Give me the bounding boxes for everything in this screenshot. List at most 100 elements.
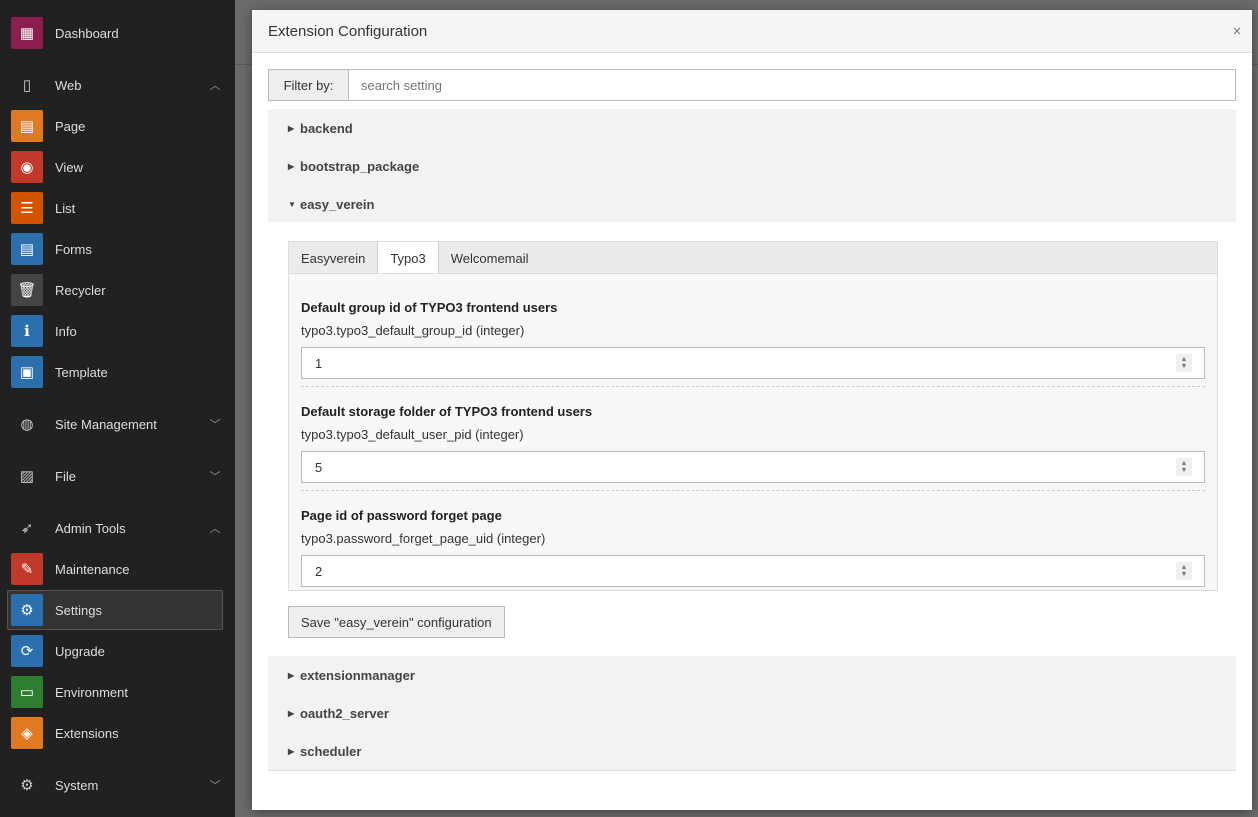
menu-item-maintenance[interactable]: ✎ Maintenance — [0, 549, 235, 589]
menu-item-list[interactable]: ☰ List — [0, 188, 235, 228]
page-icon: ▤ — [11, 110, 43, 142]
menu-item-label: Recycler — [55, 282, 106, 298]
menu-item-label: Template — [55, 364, 108, 380]
menu-item-info[interactable]: ℹ Info — [0, 311, 235, 351]
menu-item-dashboard[interactable]: ▦ Dashboard — [0, 13, 235, 53]
menu-item-label: Maintenance — [55, 561, 130, 577]
dashboard-icon: ▦ — [11, 17, 43, 49]
caret-right-icon: ▶ — [288, 708, 295, 718]
menu-item-label: Upgrade — [55, 643, 105, 659]
menu-item-label: Extensions — [55, 725, 119, 741]
settings-tabs: Easyverein Typo3 Welcomemail — [288, 241, 1218, 274]
menu-item-environment[interactable]: ▭ Environment — [0, 672, 235, 712]
menu-item-extensions[interactable]: ◈ Extensions — [0, 713, 235, 753]
caret-down-icon: ▼ — [288, 199, 296, 209]
number-input[interactable]: 2 ▲ ▼ — [301, 555, 1205, 587]
chevron-up-icon: ︿ — [209, 80, 221, 92]
extension-header-backend[interactable]: ▶ backend — [268, 109, 1236, 147]
extension-header-extensionmanager[interactable]: ▶ extensionmanager — [268, 656, 1236, 694]
tab-welcomemail[interactable]: Welcomemail — [439, 242, 541, 274]
extension-header-scheduler[interactable]: ▶ scheduler — [268, 732, 1236, 770]
info-icon: ℹ — [11, 315, 43, 347]
menu-item-settings[interactable]: ⚙ Settings — [7, 590, 223, 630]
extension-name: scheduler — [300, 743, 362, 759]
number-input[interactable]: 5 ▲ ▼ — [301, 451, 1205, 483]
spinner-icon[interactable]: ▲ ▼ — [1176, 458, 1192, 476]
spinner-icon[interactable]: ▲ ▼ — [1176, 354, 1192, 372]
setting-password-forget-page: Page id of password forget page typo3.pa… — [301, 508, 1205, 587]
close-icon[interactable]: × — [1222, 23, 1252, 40]
extension-list-bottom: ▶ extensionmanager ▶ oauth2_server ▶ sch… — [268, 656, 1236, 771]
menu-group-label: Site Management — [55, 416, 157, 432]
menu-item-template[interactable]: ▣ Template — [0, 352, 235, 392]
chevron-down-icon: ﹀ — [209, 471, 221, 483]
setting-title: Page id of password forget page — [301, 508, 502, 523]
divider — [301, 386, 1205, 387]
module-menu: ▦ Dashboard ▯ Web ︿ ▤ Page ◉ View ☰ List… — [0, 0, 235, 817]
caret-right-icon: ▶ — [288, 746, 295, 756]
menu-group-label: System — [55, 777, 99, 793]
menu-item-label: Info — [55, 323, 77, 339]
menu-group-admin-tools[interactable]: ➶ Admin Tools ︿ — [0, 508, 235, 548]
caret-right-icon: ▶ — [288, 161, 295, 171]
extension-name: easy_verein — [300, 196, 375, 212]
search-input[interactable] — [349, 70, 1235, 100]
template-icon: ▣ — [11, 356, 43, 388]
modal-header: Extension Configuration × — [252, 10, 1252, 53]
tab-easyverein[interactable]: Easyverein — [289, 242, 377, 274]
rocket-icon: ➶ — [20, 520, 34, 537]
setting-key: typo3.typo3_default_group_id (integer) — [301, 323, 525, 338]
extension-name: extensionmanager — [300, 667, 415, 683]
document-icon: ▯ — [22, 77, 32, 94]
extension-name: oauth2_server — [300, 705, 389, 721]
menu-item-label: View — [55, 159, 83, 175]
extension-header-oauth2-server[interactable]: ▶ oauth2_server — [268, 694, 1236, 732]
eye-icon: ◉ — [11, 151, 43, 183]
spinner-icon[interactable]: ▲ ▼ — [1176, 562, 1192, 580]
menu-group-label: Admin Tools — [55, 520, 126, 536]
menu-item-upgrade[interactable]: ⟳ Upgrade — [0, 631, 235, 671]
menu-item-label: Settings — [55, 602, 102, 618]
menu-group-label: File — [55, 468, 76, 484]
menu-item-label: List — [55, 200, 76, 216]
wrench-icon: ✎ — [11, 553, 43, 585]
menu-item-forms[interactable]: ▤ Forms — [0, 229, 235, 269]
menu-group-web[interactable]: ▯ Web ︿ — [0, 65, 235, 105]
box-icon: ◈ — [11, 717, 43, 749]
tab-typo3[interactable]: Typo3 — [377, 242, 439, 274]
number-input[interactable]: 1 ▲ ▼ — [301, 347, 1205, 379]
extension-name: bootstrap_package — [300, 158, 420, 174]
divider — [301, 490, 1205, 491]
list-icon: ☰ — [11, 192, 43, 224]
setting-title: Default storage folder of TYPO3 frontend… — [301, 404, 593, 419]
caret-right-icon: ▶ — [288, 123, 295, 133]
setting-title: Default group id of TYPO3 frontend users — [301, 300, 558, 315]
menu-item-label: Environment — [55, 684, 128, 700]
extension-name: backend — [300, 120, 353, 136]
gear-icon: ⚙ — [20, 777, 34, 794]
chevron-down-icon: ﹀ — [209, 780, 221, 792]
extension-panel-easy-verein: Easyverein Typo3 Welcomemail Default gro… — [268, 222, 1236, 656]
input-value: 1 — [315, 355, 323, 371]
extension-header-bootstrap-package[interactable]: ▶ bootstrap_package — [268, 147, 1236, 185]
menu-group-label: Web — [55, 77, 82, 93]
save-configuration-button[interactable]: Save "easy_verein" configuration — [288, 606, 505, 638]
menu-group-site-management[interactable]: ◍ Site Management ﹀ — [0, 404, 235, 444]
menu-item-page[interactable]: ▤ Page — [0, 106, 235, 146]
forms-icon: ▤ — [11, 233, 43, 265]
extension-header-easy-verein[interactable]: ▼ easy_verein — [268, 185, 1236, 223]
menu-item-view[interactable]: ◉ View — [0, 147, 235, 187]
filter-group: Filter by: — [268, 69, 1236, 101]
caret-right-icon: ▶ — [288, 670, 295, 680]
menu-group-system[interactable]: ⚙ System ﹀ — [0, 765, 235, 805]
menu-item-recycler[interactable]: 🗑 Recycler — [0, 270, 235, 310]
modal-title: Extension Configuration — [268, 22, 428, 40]
menu-item-label: Dashboard — [55, 25, 119, 41]
setting-key: typo3.password_forget_page_uid (integer) — [301, 531, 546, 546]
filter-label: Filter by: — [269, 70, 349, 100]
menu-group-file[interactable]: ▨ File ﹀ — [0, 456, 235, 496]
menu-item-label: Forms — [55, 241, 92, 257]
extension-list-top: ▶ backend ▶ bootstrap_package ▼ easy_ver… — [268, 109, 1236, 223]
setting-default-user-pid: Default storage folder of TYPO3 frontend… — [301, 404, 1205, 483]
image-icon: ▨ — [19, 468, 35, 485]
